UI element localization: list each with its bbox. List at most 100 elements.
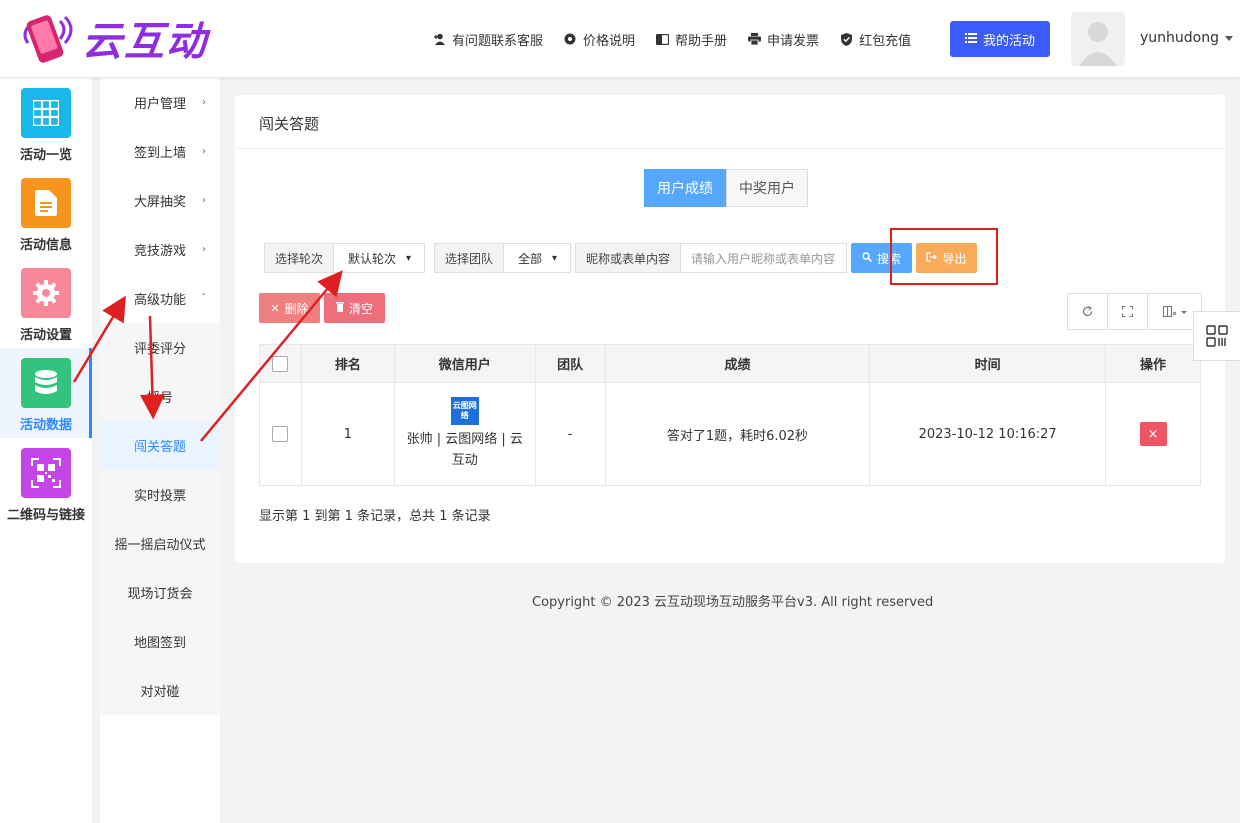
chevron-right-icon: › (202, 195, 206, 206)
submenu-item-number-draw[interactable]: 摇号 (100, 372, 220, 421)
brand-name: 云互动 (82, 19, 208, 65)
nav-contact-support[interactable]: 有问题联系客服 (432, 30, 543, 49)
footer-copyright: Copyright © 2023 云互动现场互动服务平台v3. All righ… (532, 595, 934, 610)
grid-icon (21, 88, 71, 138)
col-header-wechat-user[interactable]: 微信用户 (393, 344, 536, 383)
team-select-value: 全部 (518, 251, 543, 266)
select-all-cell (259, 344, 302, 383)
database-icon (21, 358, 71, 408)
caret-down-icon (1225, 35, 1233, 41)
table-header-row: 排名 微信用户 团队 成绩 时间 操作 (259, 344, 1201, 383)
nav-label: 价格说明 (583, 33, 636, 49)
nav-help-manual[interactable]: 帮助手册 (655, 30, 727, 49)
search-icon (862, 251, 873, 265)
col-header-score[interactable]: 成绩 (604, 344, 871, 383)
tab-user-scores[interactable]: 用户成绩 (644, 169, 726, 207)
col-header-actions: 操作 (1105, 344, 1201, 383)
submenu-item-match-pairs[interactable]: 对对碰 (100, 666, 220, 715)
submenu-label: 用户管理 (133, 97, 186, 112)
trash-icon (335, 301, 344, 315)
submenu-item-competitive-games[interactable]: 竞技游戏 › (100, 225, 220, 274)
nav-red-packet-recharge[interactable]: 红包充值 (839, 30, 911, 49)
actions-cell: × (1105, 382, 1201, 486)
submenu-label: 闯关答题 (133, 440, 186, 455)
keyword-input[interactable]: 请输入用户昵称或表单内容 (681, 244, 846, 272)
nav-label: 有问题联系客服 (452, 33, 544, 49)
chevron-down-icon: ˇ (201, 293, 206, 304)
annotation-highlight-box (890, 228, 998, 285)
page-title: 闯关答题 (259, 115, 320, 133)
results-table: 排名 微信用户 团队 成绩 时间 操作 1 云图网络 张帅 | 云图网络 | 云… (259, 344, 1201, 486)
sidebar-item-activity-info[interactable]: 活动信息 (0, 168, 92, 258)
submenu-item-sign-in-wall[interactable]: 签到上墙 › (100, 127, 220, 176)
fullscreen-icon[interactable] (1108, 294, 1148, 329)
team-filter: 选择团队 全部 ▾ (434, 243, 571, 273)
qrcode-icon (21, 448, 71, 498)
submenu-item-advanced-features[interactable]: 高级功能 ˇ (100, 274, 220, 323)
submenu-item-onsite-ordering[interactable]: 现场订货会 (100, 568, 220, 617)
sidebar-item-label: 二维码与链接 (6, 508, 85, 523)
my-activity-label: 我的活动 (982, 33, 1035, 49)
submenu-label: 竞技游戏 (133, 244, 186, 259)
submenu-item-judge-scoring[interactable]: 评委评分 (100, 323, 220, 372)
sidebar-item-qrcode-links[interactable]: 二维码与链接 (0, 438, 92, 528)
keyword-filter: 昵称或表单内容 请输入用户昵称或表单内容 (575, 243, 847, 273)
sidebar-item-activity-list[interactable]: 活动一览 (0, 78, 92, 168)
sidebar-item-label: 活动一览 (19, 148, 72, 163)
tab-winners[interactable]: 中奖用户 (726, 169, 808, 207)
shield-check-icon (839, 32, 853, 46)
select-all-checkbox[interactable] (272, 355, 289, 372)
list-icon (964, 32, 977, 46)
submenu-item-map-sign-in[interactable]: 地图签到 (100, 617, 220, 666)
qrcode-icon (1206, 325, 1228, 347)
submenu-item-big-screen-lottery[interactable]: 大屏抽奖 › (100, 176, 220, 225)
nav-invoice[interactable]: 申请发票 (747, 30, 819, 49)
team-select[interactable]: 全部 ▾ (504, 244, 565, 272)
col-header-rank[interactable]: 排名 (300, 344, 395, 383)
sidebar-item-activity-settings[interactable]: 活动设置 (0, 258, 92, 348)
row-select-cell (259, 382, 302, 486)
user-menu[interactable]: yunhudong (1140, 30, 1233, 46)
nav-label: 帮助手册 (675, 33, 728, 49)
user-avatar: 云图网络 (450, 397, 479, 425)
pagination-summary: 显示第 1 到第 1 条记录，总共 1 条记录 (259, 509, 491, 524)
gear-icon (563, 32, 577, 46)
row-checkbox[interactable] (272, 426, 289, 442)
table-toolbar (1067, 293, 1202, 330)
nav-label: 申请发票 (767, 33, 820, 49)
submenu-label: 摇一摇启动仪式 (114, 538, 206, 553)
content-panel: 闯关答题 用户成绩 中奖用户 选择轮次 默认轮次 ▾ 选择团队 全部 ▾ 昵称或表单… (235, 95, 1225, 563)
nav-pricing[interactable]: 价格说明 (563, 30, 635, 49)
chevron-down-icon: ▾ (552, 252, 558, 264)
delete-button-label: 删除 (284, 301, 309, 316)
submenu-label: 大屏抽奖 (133, 195, 186, 210)
row-delete-button[interactable]: × (1139, 422, 1167, 446)
submenu-item-user-management[interactable]: 用户管理 › (100, 78, 220, 127)
chevron-down-icon: ▾ (406, 252, 412, 264)
avatar[interactable] (1071, 12, 1125, 66)
my-activity-button[interactable]: 我的活动 (950, 21, 1050, 57)
round-filter: 选择轮次 默认轮次 ▾ (264, 243, 425, 273)
sidebar-item-label: 活动设置 (19, 328, 72, 343)
round-select[interactable]: 默认轮次 ▾ (334, 244, 419, 272)
clear-button[interactable]: 清空 (324, 293, 385, 323)
col-header-time[interactable]: 时间 (869, 344, 1107, 383)
brand-logo[interactable]: 云互动 (20, 8, 208, 68)
top-header: 云互动 有问题联系客服 价格说明 帮助手册 申请发票 红包充值 我的活动 yun… (0, 0, 1240, 78)
delete-button[interactable]: ✕ 删除 (259, 293, 320, 323)
col-header-team[interactable]: 团队 (534, 344, 606, 383)
divider (235, 148, 1225, 149)
submenu-item-shake-launch[interactable]: 摇一摇启动仪式 (100, 519, 220, 568)
submenu-label: 评委评分 (133, 342, 186, 357)
submenu-item-live-voting[interactable]: 实时投票 (100, 470, 220, 519)
submenu-label: 地图签到 (133, 636, 186, 651)
main-sidebar: 活动一览 活动信息 活动设置 活动数据 二维码与链接 (0, 78, 92, 823)
submenu-item-quiz-challenge[interactable]: 闯关答题 (100, 421, 220, 470)
refresh-icon[interactable] (1068, 294, 1108, 329)
submenu-label: 高级功能 (133, 293, 186, 308)
sidebar-item-activity-data[interactable]: 活动数据 (0, 348, 92, 438)
wechat-user-cell: 云图网络 张帅 | 云图网络 | 云互动 (393, 382, 536, 486)
floating-qrcode-button[interactable] (1193, 311, 1240, 361)
document-icon (21, 178, 71, 228)
sidebar-item-label: 活动信息 (19, 238, 72, 253)
